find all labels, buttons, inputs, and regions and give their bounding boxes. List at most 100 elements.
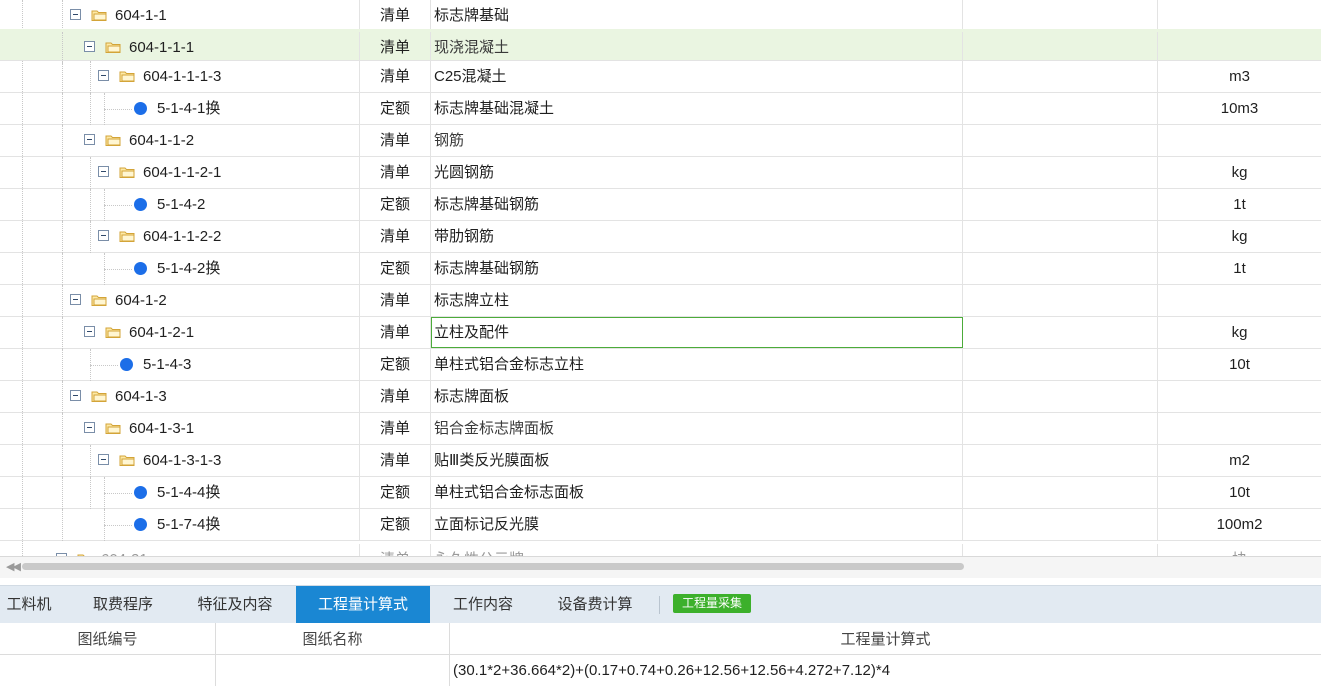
collapse-toggle-icon[interactable] bbox=[70, 390, 81, 401]
row-name[interactable]: 贴Ⅲ类反光膜面板 bbox=[431, 445, 963, 476]
row-empty-cell[interactable] bbox=[963, 93, 1158, 124]
tab-equipment-fee[interactable]: 设备费计算 bbox=[544, 586, 646, 623]
row-name[interactable]: 标志牌基础 bbox=[431, 0, 963, 31]
tab-fee-procedure[interactable]: 取费程序 bbox=[76, 586, 170, 623]
row-empty-cell[interactable] bbox=[963, 509, 1158, 540]
scrollbar-thumb[interactable] bbox=[22, 563, 964, 570]
row-empty-cell[interactable] bbox=[963, 253, 1158, 284]
row-unit[interactable]: kg bbox=[1158, 317, 1321, 348]
row-unit[interactable] bbox=[1158, 381, 1321, 412]
tab-work-content[interactable]: 工作内容 bbox=[440, 586, 526, 623]
tree-row-partial[interactable]: 604-21 清单 永久性公示牌 块 bbox=[0, 541, 1321, 556]
cell-drawing-name[interactable] bbox=[216, 655, 450, 686]
tree-row[interactable]: 604-1-3 清单 标志牌面板 bbox=[0, 381, 1321, 413]
tree-row-selected[interactable]: 604-1-1-1 清单 现浇混凝土 bbox=[0, 29, 1321, 64]
collapse-toggle-icon[interactable] bbox=[98, 166, 109, 177]
collapse-toggle-icon[interactable] bbox=[98, 230, 109, 241]
tree-row[interactable]: 604-1-1-2-2 清单 带肋钢筋 kg bbox=[0, 221, 1321, 253]
quantity-collect-button[interactable]: 工程量采集 bbox=[673, 594, 751, 613]
scroll-left-icon[interactable]: ◀◀ bbox=[6, 560, 21, 573]
tree-row[interactable]: 604-1-1 清单 标志牌基础 bbox=[0, 0, 1321, 32]
collapse-toggle-icon[interactable] bbox=[84, 326, 95, 337]
row-unit[interactable] bbox=[1158, 285, 1321, 316]
row-unit[interactable]: 1t bbox=[1158, 253, 1321, 284]
row-unit[interactable]: m3 bbox=[1158, 61, 1321, 92]
collapse-toggle-icon[interactable] bbox=[70, 9, 81, 20]
column-header-formula[interactable]: 工程量计算式 bbox=[450, 623, 1321, 655]
tree-row[interactable]: 604-1-3-1 清单 铝合金标志牌面板 bbox=[0, 413, 1321, 445]
tree-row[interactable]: 5-1-4-2换 定额 标志牌基础钢筋 1t bbox=[0, 253, 1321, 285]
tab-materials[interactable]: 工料机 bbox=[0, 586, 58, 623]
tree-row[interactable]: 604-1-1-1-3 清单 C25混凝土 m3 bbox=[0, 61, 1321, 93]
collapse-toggle-icon[interactable] bbox=[84, 134, 95, 145]
row-unit[interactable]: 10t bbox=[1158, 349, 1321, 380]
tab-features-content[interactable]: 特征及内容 bbox=[184, 586, 286, 623]
row-name[interactable]: 光圆钢筋 bbox=[431, 157, 963, 188]
tree-row[interactable]: 5-1-7-4换 定额 立面标记反光膜 100m2 bbox=[0, 509, 1321, 541]
row-empty-cell[interactable] bbox=[963, 157, 1158, 188]
row-empty-cell[interactable] bbox=[963, 544, 1158, 556]
collapse-toggle-icon[interactable] bbox=[98, 454, 109, 465]
row-empty-cell[interactable] bbox=[963, 445, 1158, 476]
row-unit[interactable]: 1t bbox=[1158, 189, 1321, 220]
row-name[interactable]: 现浇混凝土 bbox=[431, 32, 963, 63]
row-unit[interactable]: kg bbox=[1158, 157, 1321, 188]
row-empty-cell[interactable] bbox=[963, 61, 1158, 92]
row-empty-cell[interactable] bbox=[963, 317, 1158, 348]
row-name[interactable]: 标志牌面板 bbox=[431, 381, 963, 412]
collapse-toggle-icon[interactable] bbox=[70, 294, 81, 305]
row-unit[interactable] bbox=[1158, 413, 1321, 444]
row-unit[interactable]: 100m2 bbox=[1158, 509, 1321, 540]
row-unit[interactable]: kg bbox=[1158, 221, 1321, 252]
row-empty-cell[interactable] bbox=[963, 32, 1158, 63]
row-code: 604-1-3-1-3 bbox=[143, 452, 222, 469]
tree-row[interactable]: 5-1-4-1换 定额 标志牌基础混凝土 10m3 bbox=[0, 93, 1321, 125]
row-empty-cell[interactable] bbox=[963, 189, 1158, 220]
row-name[interactable]: 铝合金标志牌面板 bbox=[431, 413, 963, 444]
tree-row[interactable]: 5-1-4-4换 定额 单柱式铝合金标志面板 10t bbox=[0, 477, 1321, 509]
row-name[interactable]: 标志牌基础钢筋 bbox=[431, 189, 963, 220]
row-name[interactable]: 永久性公示牌 bbox=[431, 544, 963, 556]
row-empty-cell[interactable] bbox=[963, 0, 1158, 31]
tree-row[interactable]: 604-1-1-2-1 清单 光圆钢筋 kg bbox=[0, 157, 1321, 189]
row-unit[interactable] bbox=[1158, 125, 1321, 156]
row-empty-cell[interactable] bbox=[963, 413, 1158, 444]
row-name[interactable]: 标志牌基础钢筋 bbox=[431, 253, 963, 284]
tree-row[interactable]: 604-1-2 清单 标志牌立柱 bbox=[0, 285, 1321, 317]
row-name[interactable]: 单柱式铝合金标志立柱 bbox=[431, 349, 963, 380]
row-name[interactable]: 标志牌基础混凝土 bbox=[431, 93, 963, 124]
cell-drawing-no[interactable] bbox=[0, 655, 216, 686]
row-unit[interactable] bbox=[1158, 0, 1321, 31]
collapse-toggle-icon[interactable] bbox=[98, 70, 109, 81]
row-name-selected-cell[interactable]: 立柱及配件 bbox=[431, 317, 963, 348]
tree-row[interactable]: 604-1-2-1 清单 立柱及配件 kg bbox=[0, 317, 1321, 349]
row-name[interactable]: 带肋钢筋 bbox=[431, 221, 963, 252]
tree-row[interactable]: 5-1-4-3 定额 单柱式铝合金标志立柱 10t bbox=[0, 349, 1321, 381]
column-header-drawing-name[interactable]: 图纸名称 bbox=[216, 623, 450, 655]
cell-formula[interactable]: (30.1*2+36.664*2)+(0.17+0.74+0.26+12.56+… bbox=[450, 655, 1321, 686]
row-empty-cell[interactable] bbox=[963, 349, 1158, 380]
collapse-toggle-icon[interactable] bbox=[84, 422, 95, 433]
row-name[interactable]: C25混凝土 bbox=[431, 61, 963, 92]
horizontal-scrollbar[interactable]: ◀◀ bbox=[0, 556, 1321, 578]
row-unit[interactable]: 10t bbox=[1158, 477, 1321, 508]
tree-row[interactable]: 5-1-4-2 定额 标志牌基础钢筋 1t bbox=[0, 189, 1321, 221]
tree-row[interactable]: 604-1-3-1-3 清单 贴Ⅲ类反光膜面板 m2 bbox=[0, 445, 1321, 477]
row-unit[interactable] bbox=[1158, 32, 1321, 63]
row-empty-cell[interactable] bbox=[963, 125, 1158, 156]
row-name[interactable]: 标志牌立柱 bbox=[431, 285, 963, 316]
tree-row[interactable]: 604-1-1-2 清单 钢筋 bbox=[0, 125, 1321, 157]
row-empty-cell[interactable] bbox=[963, 381, 1158, 412]
row-name[interactable]: 单柱式铝合金标志面板 bbox=[431, 477, 963, 508]
row-empty-cell[interactable] bbox=[963, 477, 1158, 508]
row-empty-cell[interactable] bbox=[963, 285, 1158, 316]
row-empty-cell[interactable] bbox=[963, 221, 1158, 252]
row-name[interactable]: 立面标记反光膜 bbox=[431, 509, 963, 540]
tab-quantity-formula[interactable]: 工程量计算式 bbox=[296, 586, 430, 623]
row-name[interactable]: 钢筋 bbox=[431, 125, 963, 156]
collapse-toggle-icon[interactable] bbox=[84, 41, 95, 52]
row-unit[interactable]: 块 bbox=[1158, 544, 1321, 556]
column-header-drawing-no[interactable]: 图纸编号 bbox=[0, 623, 216, 655]
row-unit[interactable]: m2 bbox=[1158, 445, 1321, 476]
row-unit[interactable]: 10m3 bbox=[1158, 93, 1321, 124]
